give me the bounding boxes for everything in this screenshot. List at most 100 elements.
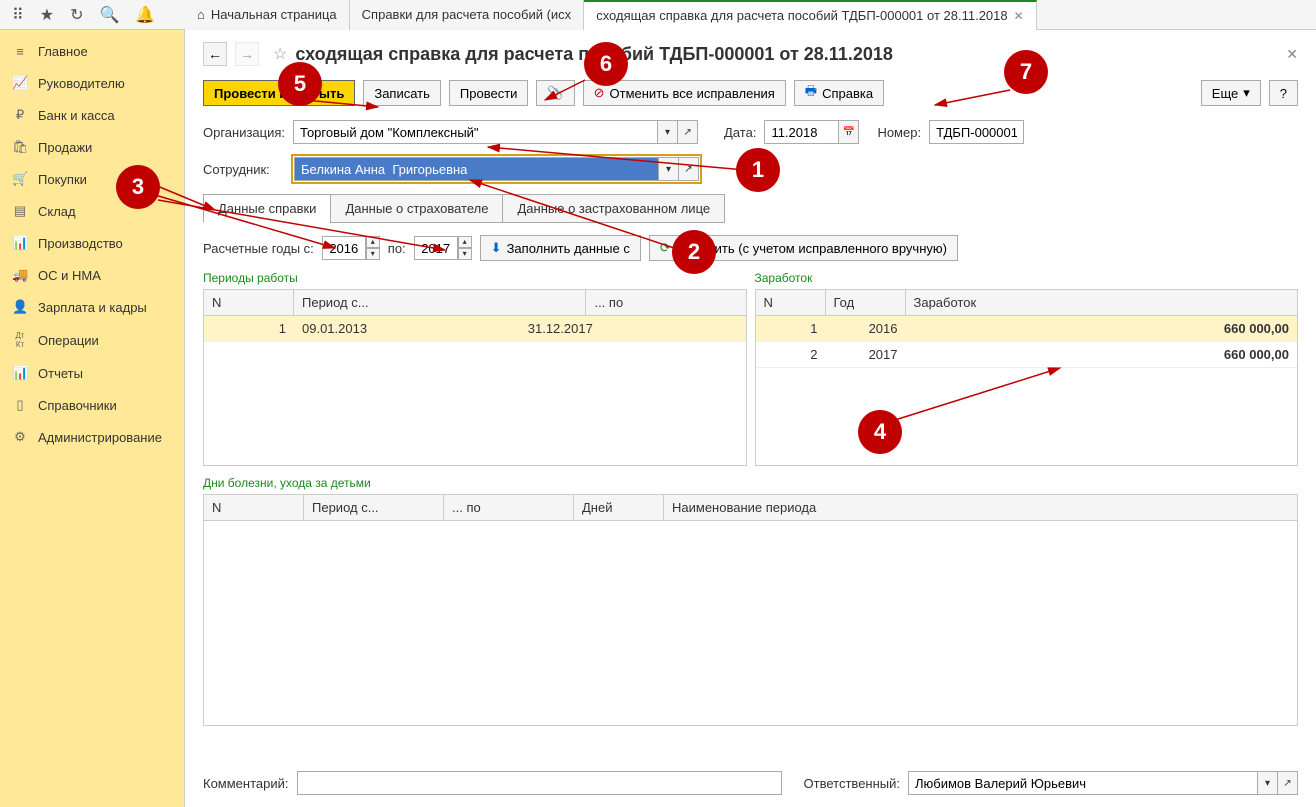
sidebar-item-production[interactable]: 📊Производство <box>0 227 184 259</box>
sidebar-item-manager[interactable]: 📈Руководителю <box>0 67 184 99</box>
sidebar: ≡ Главное 📈Руководителю ₽ Банк и касса 🛍 Пр… <box>0 30 185 807</box>
sidebar-label: Главное <box>38 44 88 59</box>
dropdown-icon[interactable]: ▾ <box>1258 771 1278 795</box>
sidebar-item-admin[interactable]: ⚙Администрирование <box>0 421 184 453</box>
sidebar-item-main[interactable]: ≡ Главное <box>0 36 184 67</box>
table-row[interactable]: 2 2017 660 000,00 <box>756 342 1298 368</box>
responsible-input[interactable] <box>908 771 1258 795</box>
help-button[interactable]: ? <box>1269 80 1298 106</box>
number-label: Номер: <box>877 125 921 140</box>
more-button[interactable]: Еще ▾ <box>1201 80 1261 106</box>
sidebar-label: Руководителю <box>38 76 125 91</box>
history-icon[interactable]: ↻ <box>70 5 83 25</box>
window-tabs: ⌂ Начальная страница Справки для расчета… <box>185 0 1037 30</box>
spinner-down[interactable]: ▾ <box>458 248 472 260</box>
col-period-name: Наименование периода <box>664 495 1298 521</box>
bag-icon: 🛍 <box>12 139 28 155</box>
spinner-down[interactable]: ▾ <box>366 248 380 260</box>
open-icon[interactable]: ↗ <box>679 157 699 181</box>
tab-label: сходящая справка для расчета пособий ТДБ… <box>596 8 1007 23</box>
sidebar-label: Зарплата и кадры <box>38 300 147 315</box>
sidebar-item-operations[interactable]: ДтКт Операции <box>0 323 184 357</box>
comment-input[interactable] <box>297 771 782 795</box>
cart-icon: 🛒 <box>12 171 28 187</box>
col-n: N <box>204 495 304 521</box>
spinner-up[interactable]: ▴ <box>458 236 472 248</box>
open-icon[interactable]: ↗ <box>678 120 698 144</box>
close-icon[interactable]: ✕ <box>1014 9 1024 23</box>
spinner-up[interactable]: ▴ <box>366 236 380 248</box>
sidebar-label: ОС и НМА <box>38 268 101 283</box>
star-icon[interactable]: ★ <box>40 5 54 25</box>
year-to-input[interactable] <box>414 236 458 260</box>
tab-references[interactable]: Справки для расчета пособий (исх <box>350 0 585 30</box>
cancel-fixes-button[interactable]: ⊘Отменить все исправления <box>583 80 786 106</box>
sidebar-item-salary[interactable]: 👤 Зарплата и кадры <box>0 291 184 323</box>
sidebar-item-purchases[interactable]: 🛒Покупки <box>0 163 184 195</box>
sidebar-item-warehouse[interactable]: ▤Склад <box>0 195 184 227</box>
tab-home[interactable]: ⌂ Начальная страница <box>185 0 350 30</box>
responsible-label: Ответственный: <box>804 776 900 791</box>
sidebar-label: Операции <box>38 333 99 348</box>
gear-icon: ⚙ <box>12 429 28 445</box>
tab-current-document[interactable]: сходящая справка для расчета пособий ТДБ… <box>584 0 1037 30</box>
sidebar-item-bank[interactable]: ₽ Банк и касса <box>0 99 184 131</box>
write-button[interactable]: Записать <box>363 80 441 106</box>
col-from: Период с... <box>304 495 444 521</box>
dropdown-icon[interactable]: ▾ <box>658 120 678 144</box>
sidebar-label: Отчеты <box>38 366 83 381</box>
date-input[interactable] <box>764 120 839 144</box>
sidebar-item-references[interactable]: ▯Справочники <box>0 389 184 421</box>
org-input[interactable] <box>293 120 658 144</box>
stack-icon: ▤ <box>12 203 28 219</box>
bars-icon: 📊 <box>12 235 28 251</box>
refresh-button[interactable]: ⟳Обновить (с учетом исправленного вручну… <box>649 235 958 261</box>
sidebar-label: Банк и касса <box>38 108 115 123</box>
earnings-table[interactable]: N Год Заработок <box>755 289 1299 316</box>
favorite-icon[interactable]: ☆ <box>273 44 287 64</box>
to-label: по: <box>388 241 406 256</box>
menu-icon: ≡ <box>12 44 28 59</box>
employee-label: Сотрудник: <box>203 162 283 177</box>
dropdown-icon[interactable]: ▾ <box>659 157 679 181</box>
paperclip-icon: 📎 <box>547 85 563 101</box>
tab-insured-data[interactable]: Данные о застрахованном лице <box>502 194 725 223</box>
employee-input[interactable] <box>294 157 659 181</box>
number-input[interactable] <box>929 120 1024 144</box>
open-icon[interactable]: ↗ <box>1278 771 1298 795</box>
calendar-icon[interactable]: 📅 <box>839 120 859 144</box>
search-icon[interactable]: 🔍 <box>99 5 119 25</box>
dtkt-icon: ДтКт <box>12 331 28 349</box>
col-from: Период с... <box>294 290 586 316</box>
year-from-input[interactable] <box>322 236 366 260</box>
close-icon[interactable]: ✕ <box>1286 46 1298 63</box>
fill-data-button[interactable]: ⬇Заполнить данные с <box>480 235 641 261</box>
back-button[interactable]: ← <box>203 42 227 66</box>
currency-icon: ₽ <box>12 107 28 123</box>
report-icon: 📊 <box>12 365 28 381</box>
col-n: N <box>204 290 294 316</box>
table-row[interactable]: 1 09.01.2013 31.12.2017 <box>204 316 746 342</box>
tab-insurer-data[interactable]: Данные о страхователе <box>330 194 503 223</box>
print-icon: 🖶 <box>805 82 817 104</box>
process-button[interactable]: Провести <box>449 80 529 106</box>
col-earnings: Заработок <box>905 290 1298 316</box>
sidebar-label: Продажи <box>38 140 92 155</box>
tab-reference-data[interactable]: Данные справки <box>203 194 331 223</box>
sidebar-item-sales[interactable]: 🛍 Продажи <box>0 131 184 163</box>
grid-icon[interactable]: ⠿ <box>12 5 24 25</box>
page-title: сходящая справка для расчета пособий ТДБ… <box>295 44 1278 65</box>
cancel-icon: ⊘ <box>594 85 605 101</box>
sidebar-item-assets[interactable]: 🚚ОС и НМА <box>0 259 184 291</box>
bell-icon[interactable]: 🔔 <box>135 5 155 25</box>
col-to: ... по <box>586 290 746 316</box>
attach-button[interactable]: 📎 <box>536 80 574 106</box>
table-row[interactable]: 1 2016 660 000,00 <box>756 316 1298 342</box>
person-icon: 👤 <box>12 299 28 315</box>
forward-button[interactable]: → <box>235 42 259 66</box>
report-button[interactable]: 🖶Справка <box>794 80 884 106</box>
sick-days-table[interactable]: N Период с... ... по Дней Наименование п… <box>203 494 1298 521</box>
periods-table[interactable]: N Период с... ... по <box>203 289 747 316</box>
save-close-button[interactable]: Провести и закрыть <box>203 80 355 106</box>
sidebar-item-reports[interactable]: 📊 Отчеты <box>0 357 184 389</box>
